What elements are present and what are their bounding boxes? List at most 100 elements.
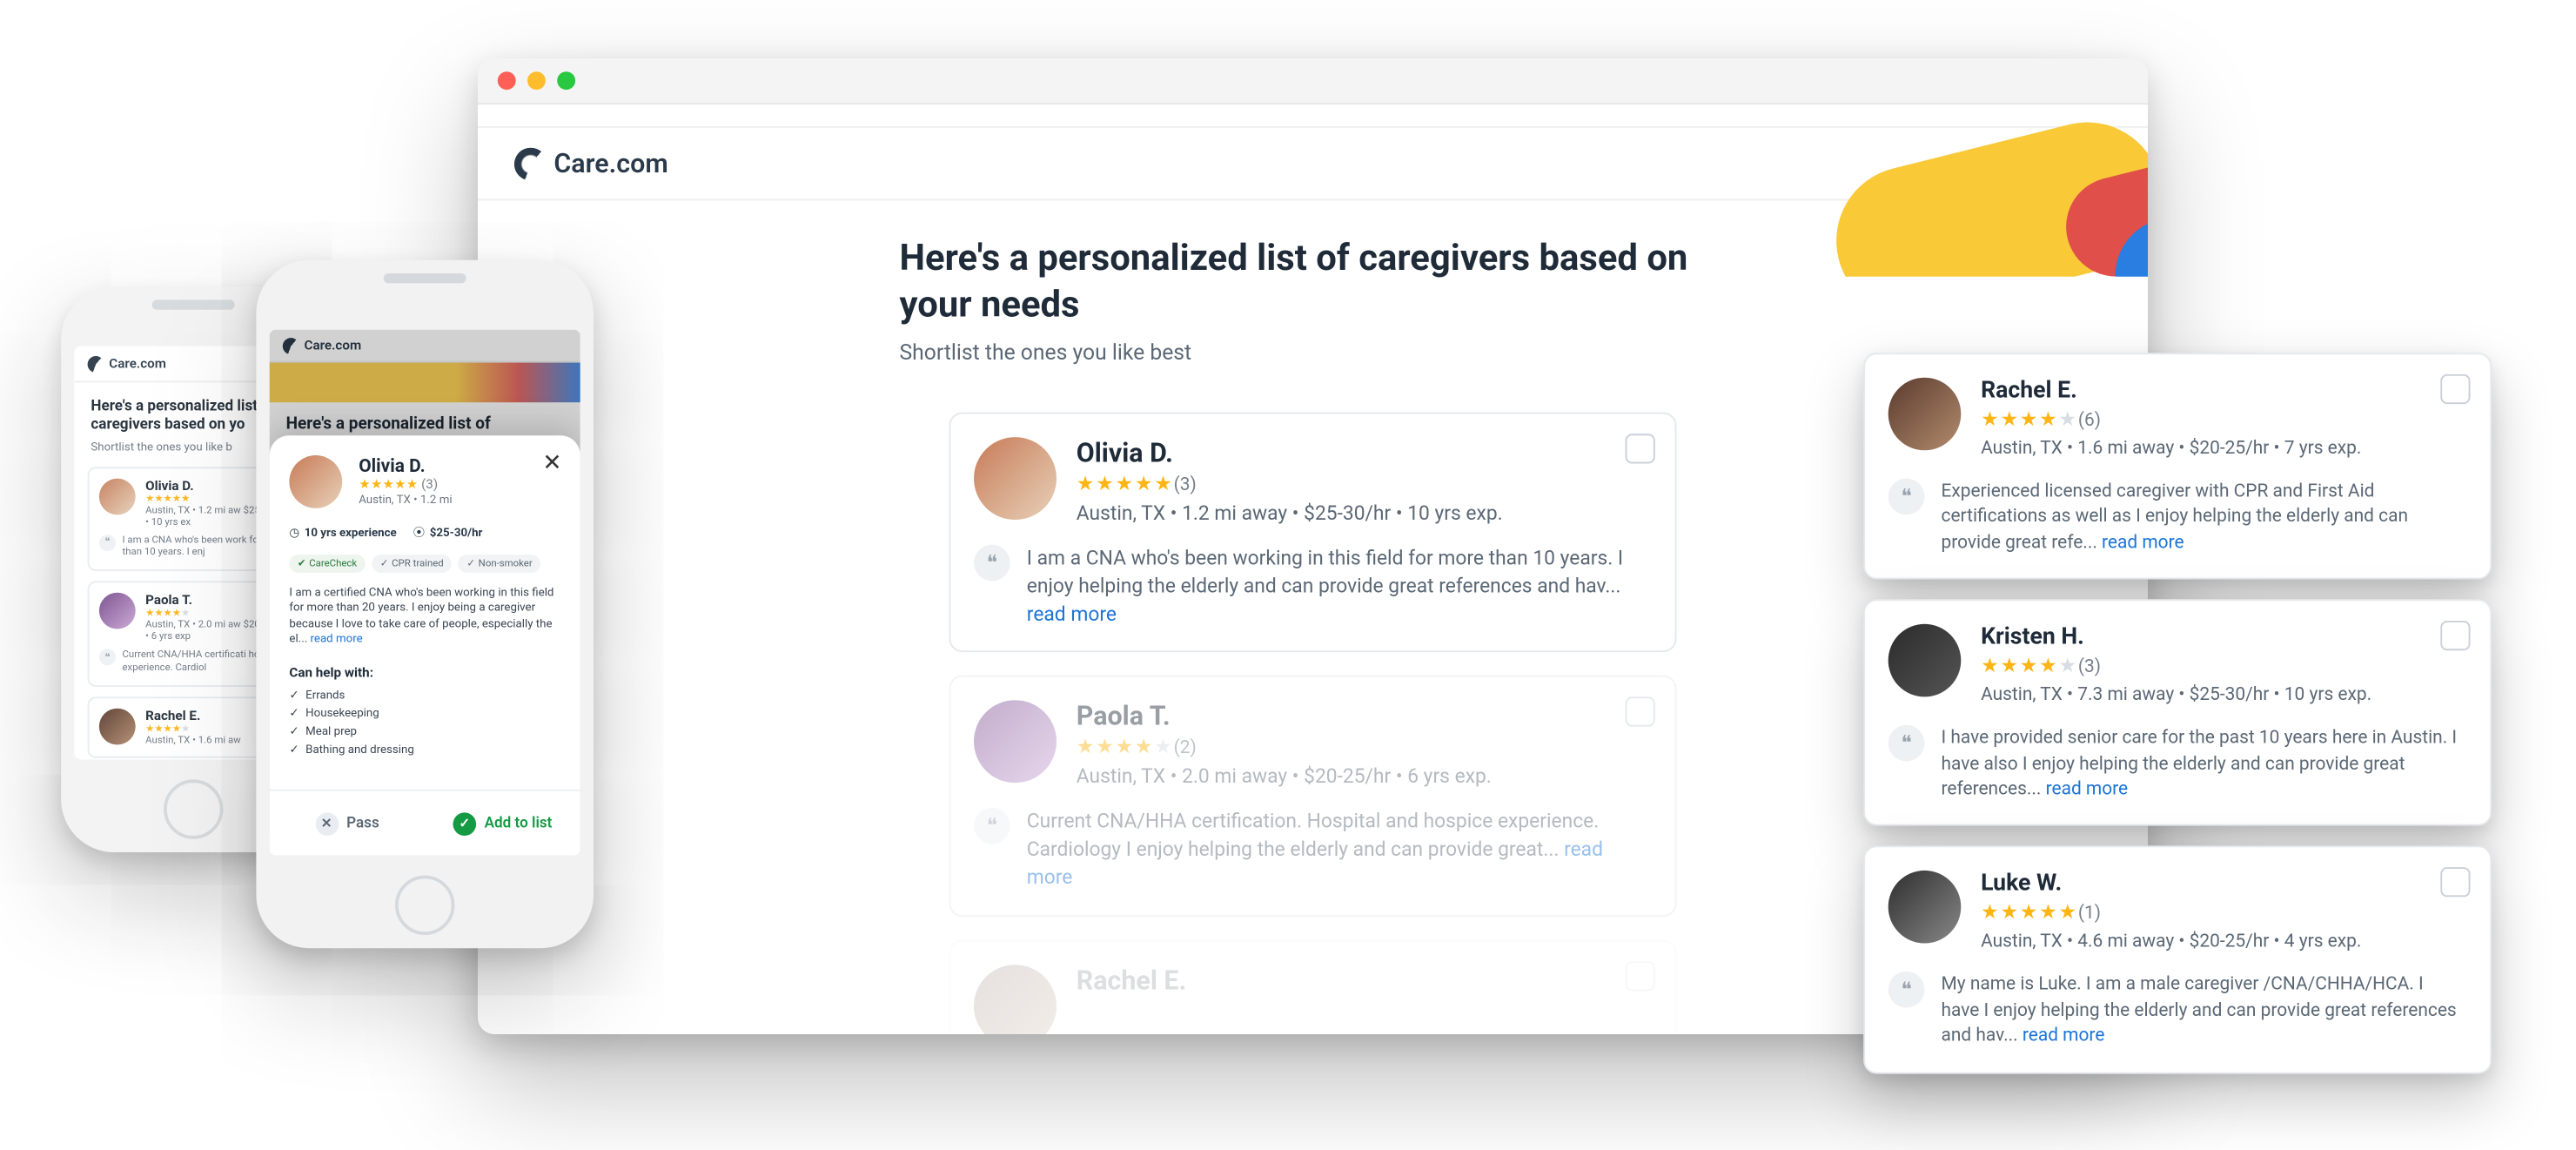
logo-icon xyxy=(514,147,547,180)
brand: Care.com xyxy=(553,148,667,179)
review-count: (6) xyxy=(2078,408,2101,430)
logo-icon xyxy=(88,355,104,372)
profile-location: Austin, TX • 1.2 mi xyxy=(359,494,452,507)
avatar xyxy=(289,455,342,508)
caregiver-meta: Austin, TX • 1.2 mi away • $25-30/hr • 1… xyxy=(1077,501,1648,525)
quote-icon: ❝ xyxy=(974,808,1010,844)
checkbox[interactable] xyxy=(2440,621,2470,650)
browser-urlbar[interactable] xyxy=(478,104,2148,128)
phone-front: Care.com Here's a personalized list of ✕… xyxy=(256,260,594,948)
star-icon: ★ xyxy=(1077,472,1094,495)
caregiver-card[interactable]: Paola T. ★★★★★ (2) Austin, TX • 2.0 mi a… xyxy=(949,676,1677,916)
quote-icon: ❝ xyxy=(99,534,116,550)
phone-earpiece xyxy=(384,273,466,283)
caregiver-name: Rachel E. xyxy=(1077,965,1648,996)
help-item: Bathing and dressing xyxy=(289,743,560,756)
read-more-link[interactable]: read more xyxy=(311,633,363,646)
quote-icon: ❝ xyxy=(1888,972,1925,1008)
caregiver-card[interactable]: Kristen H. ★★★★★ (3) Austin, TX • 7.3 mi… xyxy=(1863,600,2492,827)
quote-icon: ❝ xyxy=(1888,479,1925,515)
experience-stat: ◷10 yrs experience xyxy=(289,525,396,541)
page-subtitle: Shortlist the ones you like best xyxy=(900,341,1727,367)
badge-nonsmoker: ✓Non-smoker xyxy=(459,555,540,573)
check-icon: ✓ xyxy=(453,811,477,835)
review-count: (1) xyxy=(2078,902,2101,924)
checkbox[interactable] xyxy=(1626,434,1655,463)
caregiver-card[interactable]: Olivia D. ★★★★★ (3) Austin, TX • 1.2 mi … xyxy=(949,413,1677,653)
pass-button[interactable]: ✕ Pass xyxy=(270,791,426,856)
help-item: Housekeeping xyxy=(289,706,560,719)
rating: ★★★★★ (3) xyxy=(1981,654,2464,677)
caregiver-quote: Current CNA/HHA certification. Hospital … xyxy=(1027,808,1648,891)
caregiver-meta: Austin, TX • 2.0 mi away • $20-25/hr • 6… xyxy=(1077,765,1648,789)
avatar xyxy=(99,708,136,744)
badge-cpr: ✓CPR trained xyxy=(372,555,452,573)
caregiver-card[interactable]: Rachel E. ★★★★★ (6) Austin, TX • 1.6 mi … xyxy=(1863,353,2492,580)
checkbox[interactable] xyxy=(2440,374,2470,404)
window-maximize-icon[interactable] xyxy=(557,71,575,90)
brand-logo[interactable]: Care.com xyxy=(514,147,668,180)
rating-stars: ★★★★★ xyxy=(145,723,241,734)
quote-icon: ❝ xyxy=(974,545,1010,582)
quote-icon: ❝ xyxy=(99,649,116,666)
close-button[interactable]: ✕ xyxy=(540,452,564,475)
help-item: Meal prep xyxy=(289,724,560,737)
avatar xyxy=(974,701,1057,783)
caregiver-card[interactable]: Luke W. ★★★★★ (1) Austin, TX • 4.6 mi aw… xyxy=(1863,846,2492,1073)
rating: ★★★★★ (6) xyxy=(1981,407,2464,431)
avatar xyxy=(99,478,136,514)
quote-icon: ❝ xyxy=(1888,725,1925,762)
checkbox[interactable] xyxy=(1626,697,1655,727)
rating: ★★★★★ (2) xyxy=(1077,736,1648,759)
rating: ★★★★★ (3) xyxy=(1077,472,1648,495)
avatar xyxy=(1888,871,1962,945)
x-icon: ✕ xyxy=(315,811,339,835)
badge-carecheck: ✔CareCheck xyxy=(289,555,365,573)
home-button[interactable] xyxy=(395,876,454,935)
rate-icon: ⦿ xyxy=(413,525,425,541)
caregiver-list: Olivia D. ★★★★★ (3) Austin, TX • 1.2 mi … xyxy=(949,413,1677,1034)
phone-front-screen: Care.com Here's a personalized list of ✕… xyxy=(270,330,580,856)
review-count: (2) xyxy=(1174,736,1197,758)
rating: ★★★★★ (3) xyxy=(359,477,452,492)
window-minimize-icon[interactable] xyxy=(527,71,546,90)
review-count: (3) xyxy=(421,477,438,492)
window-close-icon[interactable] xyxy=(498,71,516,90)
caregiver-card[interactable]: Rachel E. xyxy=(949,939,1677,1034)
add-to-list-button[interactable]: ✓ Add to list xyxy=(425,791,580,856)
checkbox[interactable] xyxy=(2440,868,2470,898)
caregiver-meta: Austin, TX • 7.3 mi away • $25-30/hr • 1… xyxy=(1981,684,2464,706)
window-titlebar xyxy=(478,58,2148,104)
caregiver-name: Kristen H. xyxy=(1981,624,2464,650)
caregiver-name: Olivia D. xyxy=(1077,437,1648,468)
help-list: Errands Housekeeping Meal prep Bathing a… xyxy=(289,688,560,756)
read-more-link[interactable]: read more xyxy=(1027,602,1117,625)
read-more-link[interactable]: read more xyxy=(2046,777,2129,799)
brand: Care.com xyxy=(109,356,166,371)
rate-stat: ⦿$25-30/hr xyxy=(413,525,483,541)
caregiver-meta: Austin, TX • 1.6 mi aw xyxy=(145,735,241,746)
caregiver-quote: My name is Luke. I am a male caregiver /… xyxy=(1942,972,2464,1048)
caregiver-name: Paola T. xyxy=(1077,701,1648,732)
checkbox[interactable] xyxy=(1626,961,1655,991)
shield-icon: ✔ xyxy=(298,558,306,569)
avatar xyxy=(1888,624,1962,697)
site-header: Care.com xyxy=(478,128,2148,201)
profile-bio: I am a certified CNA who's been working … xyxy=(289,586,560,649)
read-more-link[interactable]: read more xyxy=(2102,531,2184,553)
caregiver-name: Rachel E. xyxy=(145,708,241,723)
caregiver-quote: I am a CNA who's been working in this fi… xyxy=(1027,545,1648,629)
profile-name: Olivia D. xyxy=(359,455,452,477)
caregiver-quote: I have provided senior care for the past… xyxy=(1942,725,2464,802)
caregiver-meta: Austin, TX • 4.6 mi away • $20-25/hr • 4… xyxy=(1981,931,2464,952)
home-button[interactable] xyxy=(164,779,223,838)
badge-list: ✔CareCheck ✓CPR trained ✓Non-smoker xyxy=(289,555,560,573)
help-item: Errands xyxy=(289,688,560,701)
help-heading: Can help with: xyxy=(289,665,560,680)
review-count: (3) xyxy=(2078,655,2101,676)
read-more-link[interactable]: read more xyxy=(2023,1025,2105,1046)
clock-icon: ◷ xyxy=(289,527,299,540)
profile-sheet: ✕ Olivia D. ★★★★★ (3) Austin, TX • 1.2 m… xyxy=(270,435,580,856)
caregiver-name: Rachel E. xyxy=(1981,378,2464,404)
avatar xyxy=(974,965,1057,1034)
